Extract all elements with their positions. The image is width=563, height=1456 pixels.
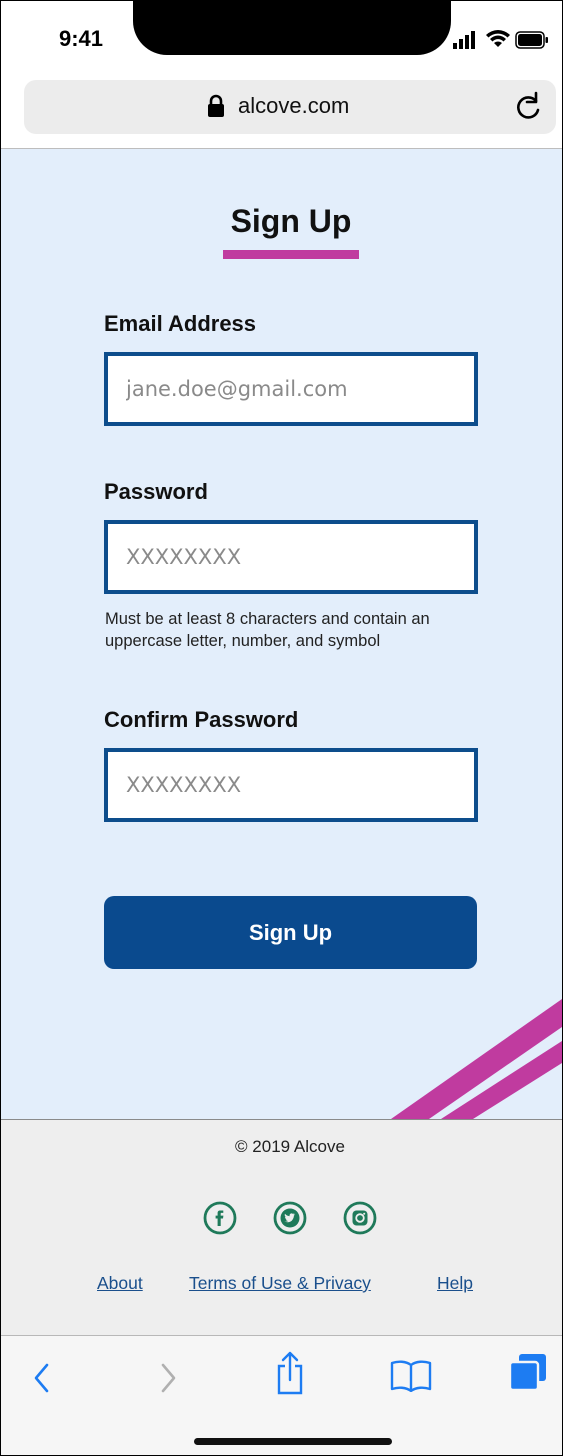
back-icon[interactable] — [31, 1361, 53, 1395]
share-icon[interactable] — [273, 1350, 307, 1396]
wifi-icon — [486, 30, 510, 47]
page-title: Sign Up — [230, 203, 352, 239]
reload-icon[interactable] — [512, 91, 544, 123]
confirm-password-field[interactable] — [108, 752, 474, 818]
facebook-icon[interactable] — [203, 1201, 237, 1235]
lock-icon — [208, 94, 224, 117]
title-underline — [223, 250, 359, 259]
terms-privacy-link[interactable]: Terms of Use & Privacy — [189, 1273, 371, 1294]
confirm-password-label: Confirm Password — [104, 707, 299, 732]
password-field-box[interactable] — [104, 520, 478, 594]
email-field-box[interactable] — [104, 352, 478, 426]
email-label: Email Address — [104, 311, 257, 336]
status-time: 9:41 — [59, 26, 104, 51]
confirm-password-field-box[interactable] — [104, 748, 478, 822]
page-footer: © 2019 Alcove About Terms of Use & Priva… — [1, 1119, 562, 1336]
about-link[interactable]: About — [97, 1273, 143, 1294]
instagram-icon[interactable] — [343, 1201, 377, 1235]
phone-frame: 9:41 alcove.com Sign Up Email Address ja… — [0, 0, 563, 1456]
twitter-icon[interactable] — [273, 1201, 307, 1235]
forward-icon[interactable] — [157, 1361, 179, 1395]
password-field[interactable] — [108, 524, 474, 590]
browser-toolbar — [1, 1335, 562, 1455]
tabs-icon[interactable] — [507, 1351, 549, 1393]
status-bar: 9:41 — [1, 1, 562, 71]
password-hint: Must be at least 8 characters and contai… — [105, 610, 430, 650]
email-field[interactable] — [108, 356, 474, 422]
sign-up-button[interactable]: Sign Up — [104, 896, 477, 969]
bookmarks-icon[interactable] — [389, 1358, 433, 1392]
notch — [133, 1, 451, 55]
decorative-stripes — [391, 999, 562, 1119]
address-bar[interactable]: alcove.com — [24, 80, 556, 134]
signup-page: Sign Up Email Address Password Must be a… — [1, 149, 562, 1119]
cellular-signal-icon — [453, 31, 475, 49]
copyright-text: © 2019 Alcove — [235, 1137, 345, 1156]
url-text: alcove.com — [238, 93, 350, 118]
battery-icon — [515, 31, 548, 49]
password-label: Password — [104, 479, 208, 504]
home-indicator[interactable] — [194, 1438, 392, 1445]
help-link[interactable]: Help — [437, 1273, 473, 1294]
